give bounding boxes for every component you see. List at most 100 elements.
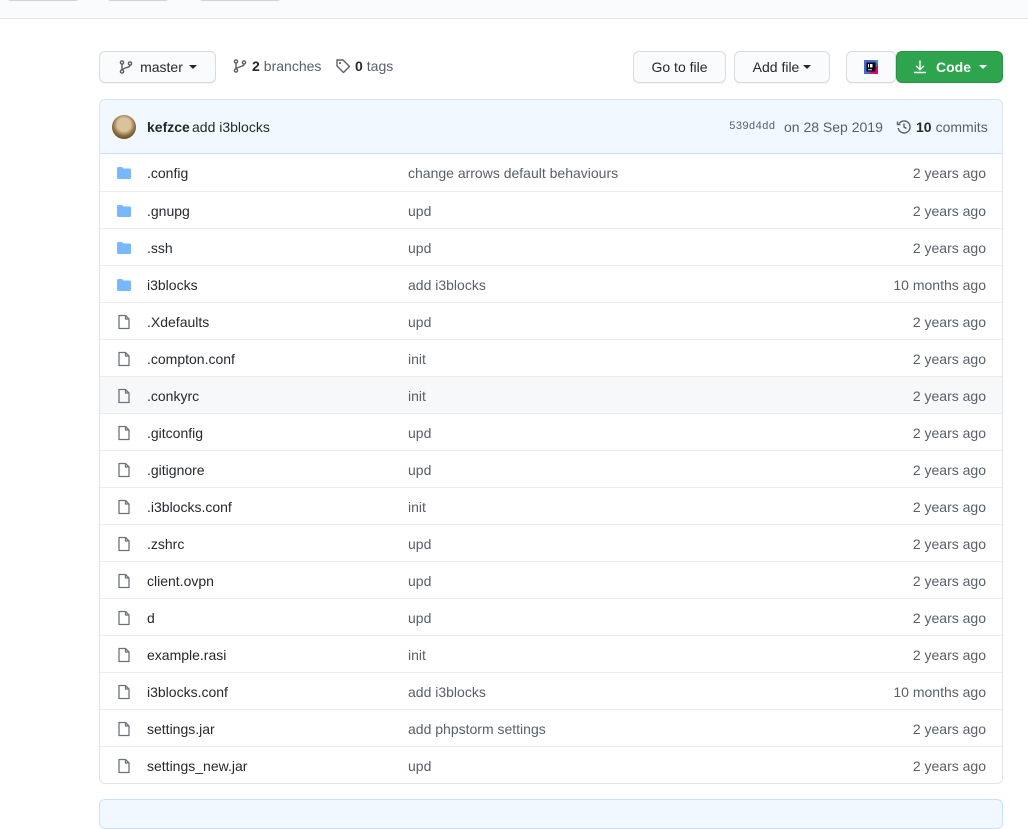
file-commit-message[interactable]: add i3blocks [408,684,486,700]
latest-commit-bar: kefzce add i3blocks 539d4dd on 28 Sep 20… [100,100,1002,154]
file-age: 2 years ago [912,536,986,552]
folder-icon [117,279,131,291]
branch-name: master [140,59,183,75]
code-button[interactable]: Code [896,51,1003,83]
file-age: 2 years ago [912,462,986,478]
file-row[interactable]: .Xdefaults upd 2 years ago [100,302,1002,339]
go-to-file-button[interactable]: Go to file [633,51,726,83]
file-row[interactable]: .conkyrc init 2 years ago [100,376,1002,413]
commit-sha[interactable]: 539d4dd [729,121,775,133]
truncated-nav-text [108,0,168,1]
chevron-down-icon [979,65,987,69]
file-commit-message[interactable]: upd [408,425,431,441]
file-name[interactable]: .compton.conf [147,351,235,367]
file-icon [118,425,130,441]
file-row[interactable]: .zshrc upd 2 years ago [100,524,1002,561]
file-name[interactable]: .conkyrc [147,388,199,404]
file-row[interactable]: settings_new.jar upd 2 years ago [100,746,1002,783]
file-name[interactable]: .gnupg [147,203,190,219]
file-row[interactable]: .i3blocks.conf init 2 years ago [100,487,1002,524]
file-commit-message[interactable]: init [408,499,426,515]
file-icon [118,721,130,737]
file-listing: kefzce add i3blocks 539d4dd on 28 Sep 20… [99,99,1003,784]
file-icon [118,499,130,515]
file-commit-message[interactable]: init [408,647,426,663]
tags-link[interactable]: 0 tags [335,58,393,74]
file-commit-message[interactable]: upd [408,536,431,552]
file-name[interactable]: client.ovpn [147,573,214,589]
add-file-button[interactable]: Add file [734,51,830,83]
file-commit-message[interactable]: upd [408,610,431,626]
file-name[interactable]: settings.jar [147,721,215,737]
file-commit-message[interactable]: init [408,388,426,404]
branches-link[interactable]: 2 branches [232,58,321,74]
file-name[interactable]: .config [147,165,188,181]
file-age: 2 years ago [912,647,986,663]
commit-date[interactable]: on 28 Sep 2019 [784,119,883,135]
jetbrains-icon [864,60,878,74]
chevron-down-icon [188,65,197,69]
tag-icon [336,59,351,74]
file-commit-message[interactable]: upd [408,314,431,330]
file-row[interactable]: .config change arrows default behaviours 2… [100,154,1002,191]
file-row[interactable]: i3blocks.conf add i3blocks 10 months ago [100,672,1002,709]
commits-label: commits [935,119,988,135]
file-name[interactable]: .Xdefaults [147,314,209,330]
top-nav-strip [0,0,1028,19]
file-row[interactable]: example.rasi init 2 years ago [100,635,1002,672]
file-commit-message[interactable]: upd [408,573,431,589]
file-name[interactable]: d [147,610,155,626]
file-name[interactable]: i3blocks.conf [147,684,228,700]
file-age: 2 years ago [912,314,986,330]
file-icon [118,388,130,404]
file-commit-message[interactable]: add phpstorm settings [408,721,546,737]
file-name[interactable]: .gitconfig [147,425,203,441]
file-row[interactable]: .compton.conf init 2 years ago [100,339,1002,376]
file-name[interactable]: .i3blocks.conf [147,499,232,515]
folder-icon [117,242,131,254]
commits-count: 10 [916,119,932,135]
open-in-ide-button[interactable] [846,51,896,83]
file-commit-message[interactable]: upd [408,462,431,478]
add-file-label: Add file [752,59,800,75]
file-icon [118,610,130,626]
branch-select-button[interactable]: master [99,51,216,83]
file-commit-message[interactable]: upd [408,240,431,256]
file-row[interactable]: .gitconfig upd 2 years ago [100,413,1002,450]
file-row[interactable]: settings.jar add phpstorm settings 2 years… [100,709,1002,746]
file-row[interactable]: client.ovpn upd 2 years ago [100,561,1002,598]
file-row[interactable]: .ssh upd 2 years ago [100,228,1002,265]
file-name[interactable]: .zshrc [147,536,184,552]
file-icon [118,684,130,700]
file-row[interactable]: .gitignore upd 2 years ago [100,450,1002,487]
file-age: 2 years ago [912,758,986,774]
file-commit-message[interactable]: upd [408,758,431,774]
file-name[interactable]: settings_new.jar [147,758,247,774]
file-commit-message[interactable]: upd [408,203,431,219]
file-name[interactable]: example.rasi [147,647,226,663]
file-commit-message[interactable]: add i3blocks [408,277,486,293]
file-name[interactable]: .gitignore [147,462,205,478]
commit-message[interactable]: add i3blocks [192,119,270,135]
branches-count: 2 [252,58,260,74]
file-icon [118,647,130,663]
file-icon [118,462,130,478]
avatar[interactable] [112,115,136,139]
file-name[interactable]: i3blocks [147,277,198,293]
file-commit-message[interactable]: change arrows default behaviours [408,165,618,181]
commit-author[interactable]: kefzce [147,119,190,135]
truncated-nav-text [200,0,280,1]
file-rows: .config change arrows default behaviours 2… [100,154,1002,783]
file-age: 2 years ago [912,721,986,737]
file-row[interactable]: d upd 2 years ago [100,598,1002,635]
commits-link[interactable]: 10 commits [896,119,988,135]
file-name[interactable]: .ssh [147,240,173,256]
file-row[interactable]: .gnupg upd 2 years ago [100,191,1002,228]
tags-label: tags [366,58,394,74]
file-age: 2 years ago [912,573,986,589]
file-icon [118,536,130,552]
file-row[interactable]: i3blocks add i3blocks 10 months ago [100,265,1002,302]
file-age: 2 years ago [912,165,986,181]
git-branch-icon [233,59,247,73]
file-commit-message[interactable]: init [408,351,426,367]
